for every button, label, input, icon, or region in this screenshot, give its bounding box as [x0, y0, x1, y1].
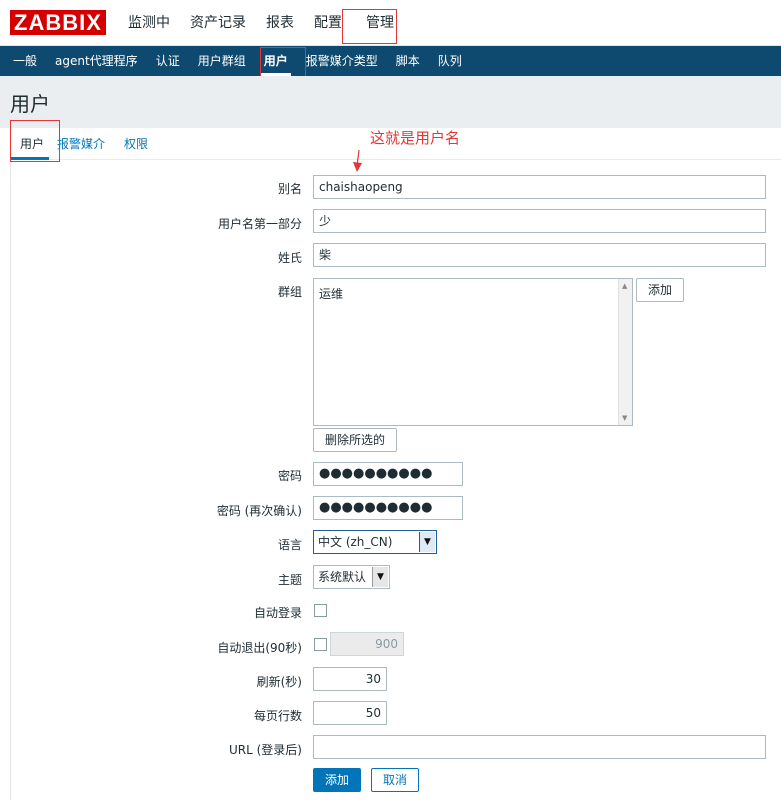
password-confirm-label: 密码 (再次确认)	[216, 504, 302, 518]
url-field[interactable]	[313, 735, 766, 759]
surname-label: 姓氏	[277, 251, 302, 265]
add-group-button[interactable]: 添加	[636, 278, 684, 302]
arrow-down-icon	[353, 150, 362, 172]
groups-label: 群组	[277, 285, 302, 299]
caret-down-icon[interactable]: ▼	[372, 567, 388, 587]
page-title: 用户	[10, 92, 50, 116]
subnav-scripts[interactable]: 脚本	[387, 46, 429, 76]
password-field[interactable]: ●●●●●●●●●●	[313, 462, 463, 486]
nav-monitoring[interactable]: 监测中	[118, 0, 180, 46]
tab-user[interactable]: 用户	[11, 128, 53, 160]
subnav-media-types[interactable]: 报警媒介类型	[297, 46, 387, 76]
subnav-authentication[interactable]: 认证	[147, 46, 189, 76]
nav-reports[interactable]: 报表	[256, 0, 304, 46]
zabbix-logo[interactable]: ZABBIX	[10, 10, 106, 35]
scroll-up-icon[interactable]: ▲	[622, 282, 627, 290]
rows-per-page-label: 每页行数	[253, 709, 302, 723]
autologout-field[interactable]: 900	[330, 632, 404, 656]
nav-inventory[interactable]: 资产记录	[180, 0, 256, 46]
alias-label: 别名	[277, 182, 302, 196]
submit-add-button[interactable]: 添加	[313, 768, 361, 792]
theme-value: 系统默认	[318, 570, 367, 584]
subnav-user-groups[interactable]: 用户群组	[189, 46, 255, 76]
autologout-label: 自动退出(90秒)	[217, 641, 302, 655]
autologin-label: 自动登录	[253, 606, 302, 620]
tab-media[interactable]: 报警媒介	[53, 128, 114, 159]
autologin-checkbox[interactable]	[314, 604, 327, 617]
password-confirm-field[interactable]: ●●●●●●●●●●	[313, 496, 463, 520]
rows-per-page-field[interactable]: 50	[313, 701, 387, 725]
page-header: 用户	[0, 76, 781, 128]
main-nav: 监测中 资产记录 报表 配置 管理	[118, 0, 408, 46]
sub-nav: 一般 agent代理程序 认证 用户群组 用户 报警媒介类型 脚本 队列	[0, 46, 781, 76]
surname-field[interactable]: 柴	[313, 243, 766, 267]
name-label: 用户名第一部分	[217, 217, 302, 231]
language-select[interactable]: 中文 (zh_CN) ▼	[313, 530, 437, 554]
alias-field[interactable]: chaishaopeng	[313, 175, 766, 199]
language-label: 语言	[277, 538, 302, 552]
subnav-queue[interactable]: 队列	[429, 46, 471, 76]
theme-select[interactable]: 系统默认 ▼	[313, 565, 390, 589]
refresh-field[interactable]: 30	[313, 667, 387, 691]
url-label: URL (登录后)	[229, 743, 302, 757]
theme-label: 主题	[277, 573, 302, 587]
subnav-proxies[interactable]: agent代理程序	[46, 46, 147, 76]
subnav-general[interactable]: 一般	[4, 46, 46, 76]
autologout-checkbox[interactable]	[314, 638, 327, 651]
nav-configuration[interactable]: 配置	[304, 0, 352, 46]
listbox-scrollbar[interactable]: ▲ ▼	[618, 279, 632, 425]
password-label: 密码	[277, 469, 302, 483]
tab-permissions[interactable]: 权限	[114, 128, 157, 159]
language-value: 中文 (zh_CN)	[318, 535, 393, 549]
refresh-label: 刷新(秒)	[256, 675, 302, 689]
annotation-text: 这就是用户名	[370, 129, 461, 147]
remove-selected-button[interactable]: 删除所选的	[313, 428, 397, 452]
caret-down-icon[interactable]: ▼	[419, 532, 435, 552]
top-header: ZABBIX 监测中 资产记录 报表 配置 管理	[0, 0, 781, 46]
groups-listbox[interactable]: 运维 ▲ ▼	[313, 278, 633, 426]
name-field[interactable]: 少	[313, 209, 766, 233]
cancel-button[interactable]: 取消	[371, 768, 419, 792]
group-option[interactable]: 运维	[314, 279, 632, 308]
scroll-down-icon[interactable]: ▼	[622, 414, 627, 422]
nav-administration[interactable]: 管理	[352, 0, 408, 46]
subnav-users[interactable]: 用户	[255, 46, 297, 76]
